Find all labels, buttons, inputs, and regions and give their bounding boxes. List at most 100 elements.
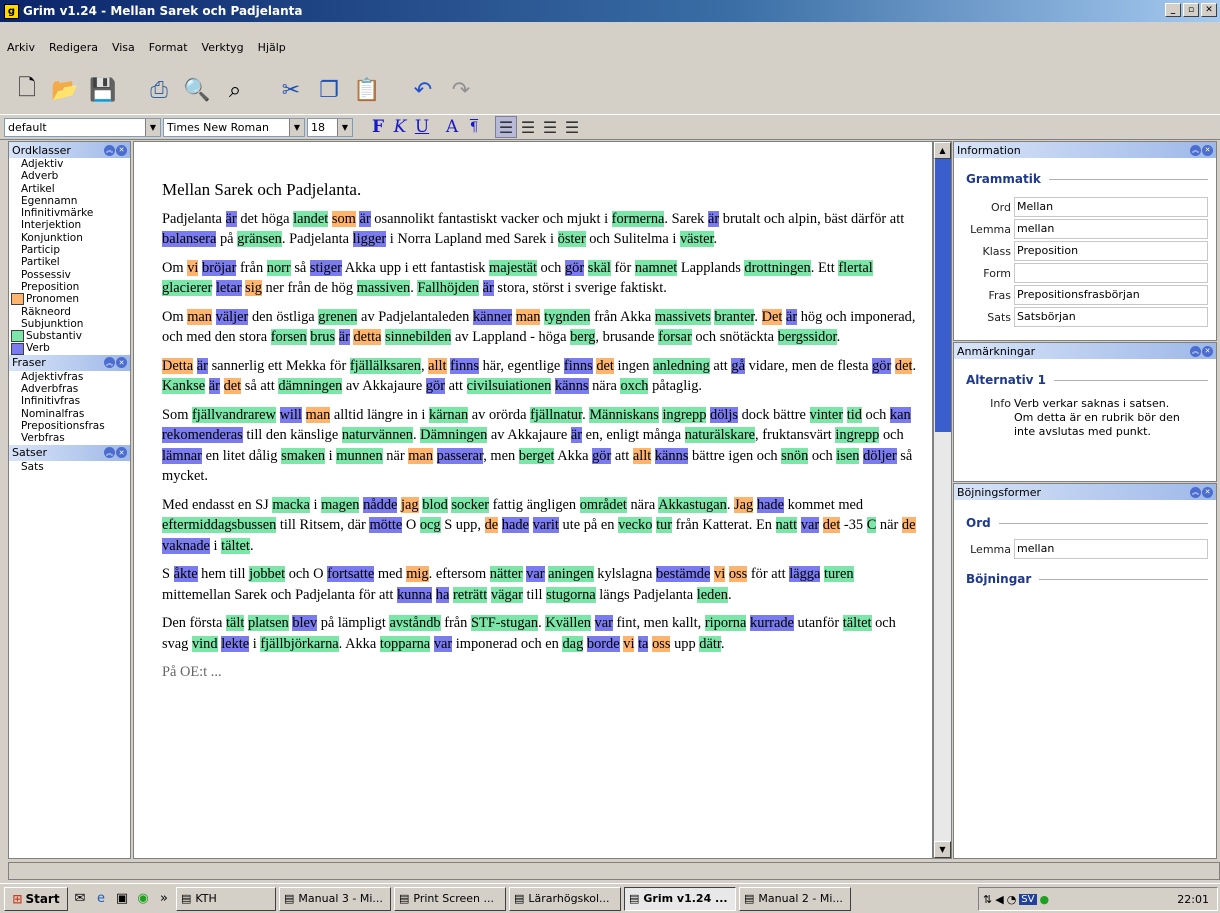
desktop-icon[interactable]: ▣ xyxy=(113,890,131,908)
close-icon[interactable]: ✕ xyxy=(1202,144,1213,156)
close-button[interactable]: ✕ xyxy=(1201,3,1217,17)
tagged-word[interactable]: forsar xyxy=(658,329,692,345)
close-icon[interactable]: ✕ xyxy=(1202,486,1213,498)
tagged-word[interactable]: vind xyxy=(191,635,218,652)
tagged-word[interactable]: man xyxy=(305,406,331,423)
fras-item[interactable]: Adverbfras xyxy=(9,383,130,395)
tagged-word[interactable]: flertal xyxy=(838,259,873,276)
tagged-word[interactable]: det xyxy=(223,378,242,394)
field-value[interactable]: Mellan xyxy=(1014,197,1208,217)
paste-icon[interactable]: 📋 xyxy=(350,72,384,108)
ordklass-item[interactable]: Artikel xyxy=(9,183,130,195)
close-icon[interactable]: ✕ xyxy=(116,447,127,459)
tagged-word[interactable]: stiger xyxy=(309,259,342,276)
tagged-word[interactable]: platsen xyxy=(247,615,289,631)
field-value[interactable]: Prepositionsfrasbörjan xyxy=(1014,285,1208,305)
tagged-word[interactable]: riporna xyxy=(704,615,747,631)
ordklass-item[interactable]: Infinitivmärke xyxy=(9,207,130,219)
tagged-word[interactable]: var xyxy=(594,615,613,631)
align-right-icon[interactable]: ☰ xyxy=(539,116,561,138)
tagged-word[interactable]: natt xyxy=(775,517,798,533)
ordklass-item[interactable]: Verb xyxy=(9,342,130,355)
tagged-word[interactable]: mötte xyxy=(369,517,403,533)
tagged-word[interactable]: vi xyxy=(714,566,726,582)
tagged-word[interactable]: ocg xyxy=(419,517,441,533)
tagged-word[interactable]: namnet xyxy=(634,259,678,276)
tagged-word[interactable]: eftermiddagsbussen xyxy=(162,517,277,533)
tagged-word[interactable]: rekomenderas xyxy=(162,427,243,443)
tagged-word[interactable]: glacierer xyxy=(162,280,213,296)
tagged-word[interactable]: smaken xyxy=(281,447,326,464)
tagged-word[interactable]: lägga xyxy=(789,566,821,582)
tagged-word[interactable]: lekte xyxy=(221,635,250,652)
tagged-word[interactable]: tältet xyxy=(842,615,872,631)
tagged-word[interactable]: snön xyxy=(781,447,809,464)
tagged-word[interactable]: norr xyxy=(266,259,291,276)
tagged-word[interactable]: STF-stugan xyxy=(470,615,539,631)
open-folder-icon[interactable]: 📂 xyxy=(48,72,82,108)
menu-item-2[interactable]: Visa xyxy=(105,41,142,54)
tagged-word[interactable]: Dämningen xyxy=(420,427,488,443)
collapse-icon[interactable]: ︽ xyxy=(1190,345,1201,357)
globe-icon[interactable]: ● xyxy=(1040,893,1050,906)
tagged-word[interactable]: hade xyxy=(756,496,784,513)
tagged-word[interactable]: turen xyxy=(823,566,854,582)
field-value[interactable] xyxy=(1014,263,1208,283)
tagged-word[interactable]: ha xyxy=(435,586,450,603)
fras-item[interactable]: Infinitivfras xyxy=(9,395,130,407)
tagged-word[interactable]: reträtt xyxy=(452,586,488,603)
ordklass-item[interactable]: Adjektiv xyxy=(9,158,130,170)
tagged-word[interactable]: Akkastugan xyxy=(658,496,727,513)
tagged-word[interactable]: drottningen xyxy=(744,259,811,276)
tagged-word[interactable]: berget xyxy=(518,447,555,464)
save-icon[interactable]: 💾 xyxy=(86,72,120,108)
chevron-down-icon[interactable]: ▼ xyxy=(145,118,160,136)
tagged-word[interactable]: jobbet xyxy=(249,566,286,582)
new-document-icon[interactable]: 🗋 xyxy=(10,72,44,108)
document-editor[interactable]: Mellan Sarek och Padjelanta. Padjelanta … xyxy=(133,141,933,859)
fraser-header[interactable]: Fraser ︽ ✕ xyxy=(9,354,130,371)
tagged-word[interactable]: döljer xyxy=(863,447,897,464)
sats-item[interactable]: Sats xyxy=(9,461,130,473)
tagged-word[interactable]: man xyxy=(408,447,434,464)
tagged-word[interactable]: fjällälksaren xyxy=(349,357,421,374)
tagged-word[interactable]: vi xyxy=(187,259,199,276)
tagged-word[interactable]: bröjar xyxy=(202,259,237,276)
tagged-word[interactable]: landet xyxy=(293,210,329,227)
tagged-word[interactable]: kurrade xyxy=(750,615,794,631)
tagged-word[interactable]: lämnar xyxy=(162,447,202,464)
tagged-word[interactable]: majestät xyxy=(489,259,537,276)
bold-button[interactable]: F xyxy=(367,117,389,137)
chevron-down-icon[interactable]: ▼ xyxy=(337,118,352,136)
tagged-word[interactable]: fjällnatur xyxy=(530,406,583,423)
close-icon[interactable]: ✕ xyxy=(1202,345,1213,357)
tagged-word[interactable]: naturvännen xyxy=(341,427,413,443)
tagged-word[interactable]: berg xyxy=(570,329,596,345)
tagged-word[interactable]: bestämde xyxy=(656,566,711,582)
minimize-button[interactable]: _ xyxy=(1165,3,1181,17)
tagged-word[interactable]: vecko xyxy=(618,517,653,533)
scroll-up-icon[interactable]: ▲ xyxy=(934,142,951,159)
tagged-word[interactable]: Detta xyxy=(162,357,194,374)
tagged-word[interactable]: gå xyxy=(731,357,746,374)
taskbar-item[interactable]: ▤ Lärarhögskol... xyxy=(509,886,621,911)
scroll-thumb[interactable] xyxy=(935,159,951,432)
tagged-word[interactable]: macka xyxy=(272,496,310,513)
ordklass-item[interactable]: Possessiv xyxy=(9,269,130,281)
tagged-word[interactable]: är xyxy=(785,308,798,325)
tagged-word[interactable]: nätter xyxy=(489,566,523,582)
tagged-word[interactable]: tält xyxy=(225,615,245,631)
tagged-word[interactable]: kan xyxy=(889,406,911,423)
tagged-word[interactable]: är xyxy=(482,280,494,296)
tagged-word[interactable]: gör xyxy=(564,259,585,276)
tagged-word[interactable]: blod xyxy=(422,496,448,513)
tagged-word[interactable]: varit xyxy=(532,517,559,533)
field-value[interactable]: Satsbörjan xyxy=(1014,307,1208,327)
tagged-word[interactable]: topparna xyxy=(379,635,431,652)
tagged-word[interactable]: Fallhöjden xyxy=(417,280,479,296)
align-center-icon[interactable]: ☰ xyxy=(517,116,539,138)
tagged-word[interactable]: socker xyxy=(451,496,490,513)
tagged-word[interactable]: var xyxy=(433,635,453,652)
chevron-down-icon[interactable]: ▼ xyxy=(289,118,304,136)
tagged-word[interactable]: stugorna xyxy=(546,586,596,603)
